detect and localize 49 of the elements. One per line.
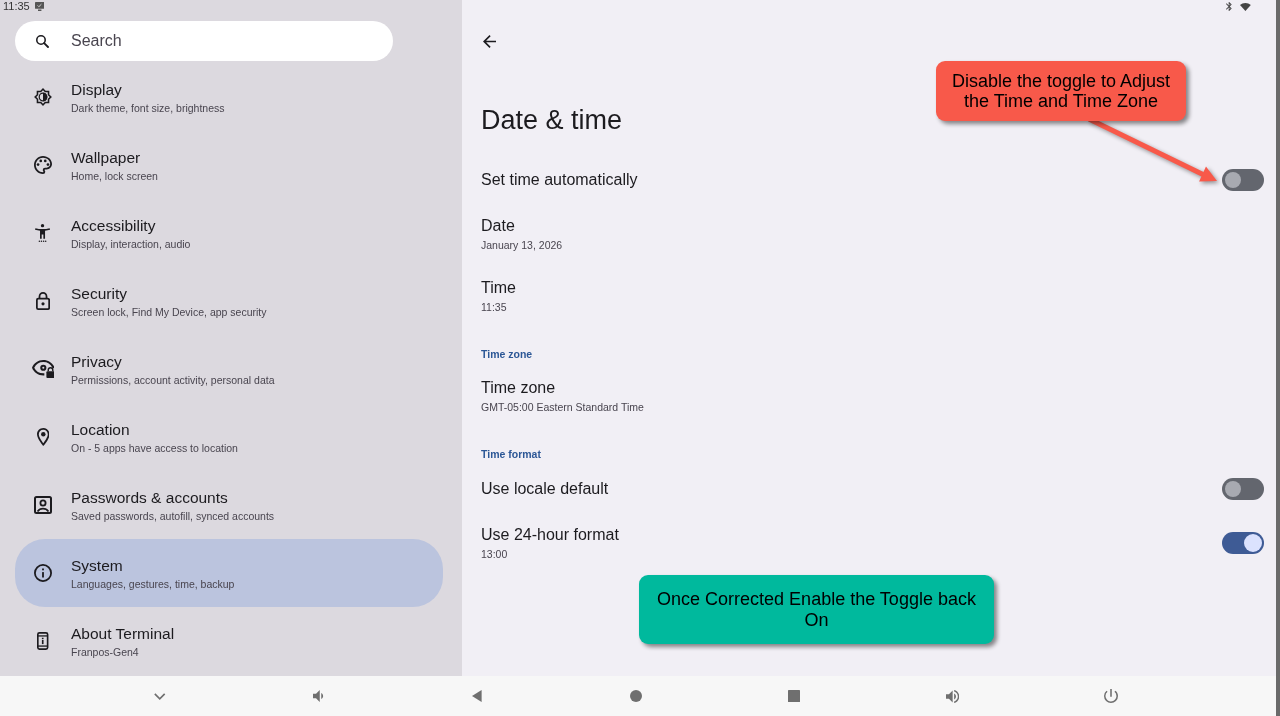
eye-lock-icon [31, 360, 55, 378]
brightness-icon [34, 88, 52, 106]
page-title: Date & time [481, 104, 623, 137]
search-icon [36, 34, 49, 48]
search-field[interactable]: Search [15, 21, 393, 61]
callout-note: Disable the toggle to Adjust the Time and Time Zone [936, 61, 1186, 121]
sidebar-item[interactable]: Security Screen lock, Find My Device, app security [15, 267, 443, 335]
status-time: 11:35 [3, 0, 30, 13]
setting-title: Time zone [481, 378, 557, 398]
section-header: Time format [481, 447, 541, 461]
chevron-down-icon[interactable] [154, 692, 166, 700]
accessibility-icon [35, 224, 51, 242]
palette-icon [34, 156, 52, 174]
callout-note: Once Corrected Enable the Toggle back On [639, 575, 994, 644]
sidebar-item[interactable]: Location On - 5 apps have access to location [15, 403, 443, 471]
setting-title: Time [481, 278, 516, 298]
setting-summary: 13:00 [481, 547, 509, 561]
toggle-switch[interactable] [1222, 168, 1264, 191]
sidebar-item[interactable]: System Languages, gestures, time, backup [15, 539, 443, 607]
setting-title: Use locale default [481, 478, 609, 499]
toggle-switch[interactable] [1222, 477, 1264, 500]
phone-info-icon [37, 632, 49, 650]
bluetooth-icon [1226, 2, 1233, 11]
contact-card-icon [34, 496, 52, 514]
sidebar-item[interactable]: Wallpaper Home, lock screen [15, 131, 443, 199]
toggle-switch[interactable] [1222, 532, 1264, 554]
power-icon[interactable] [1104, 689, 1118, 703]
sidebar-item[interactable]: Accessibility Display, interaction, audio [15, 199, 443, 267]
sidebar-item[interactable]: Display Dark theme, font size, brightness [15, 63, 443, 131]
sidebar-item[interactable]: Passwords & accounts Saved passwords, autofill, synced accounts [15, 471, 443, 539]
info-icon [34, 564, 52, 582]
setting-summary: January 13, 2026 [481, 238, 563, 252]
volume-up-icon[interactable] [945, 689, 960, 703]
setting-title: Set time automatically [481, 169, 638, 190]
setting-title: Use 24-hour format [481, 525, 619, 545]
setting-summary: 11:35 [481, 300, 508, 314]
setting-summary: GMT-05:00 Eastern Standard Time [481, 400, 644, 414]
volume-down-icon[interactable] [313, 690, 324, 702]
sidebar-item[interactable]: Privacy Permissions, account activity, personal data [15, 335, 443, 403]
monitor-icon [34, 2, 45, 11]
setting-title: Date [481, 216, 516, 236]
back-arrow-icon[interactable] [483, 34, 496, 48]
location-pin-icon [36, 428, 50, 446]
home-icon[interactable] [629, 690, 642, 702]
wifi-icon [1240, 2, 1251, 11]
section-header: Time zone [481, 347, 533, 361]
back-icon[interactable] [472, 690, 482, 702]
lock-icon [35, 292, 50, 310]
sidebar-item[interactable]: About Terminal Franpos-Gen4 [15, 607, 443, 675]
